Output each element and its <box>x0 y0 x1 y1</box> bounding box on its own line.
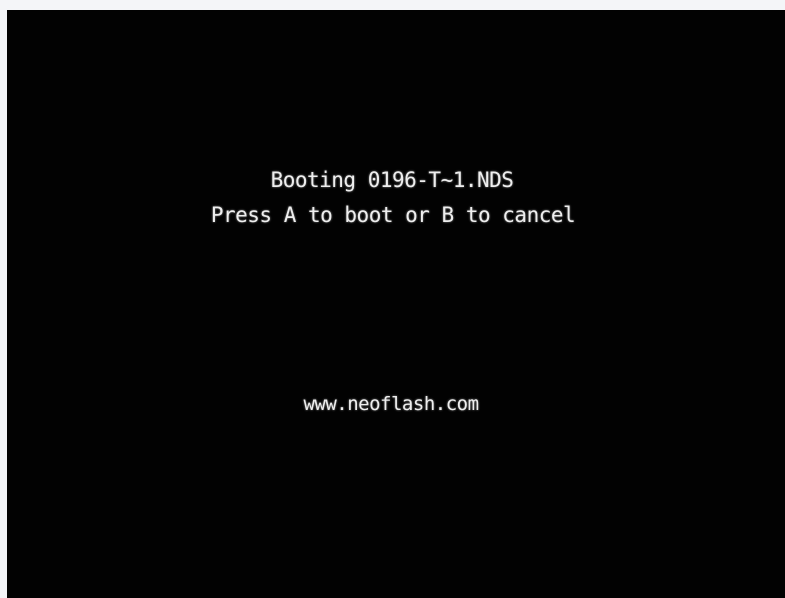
booting-file-message: Booting 0196-T~1.NDS <box>270 168 514 192</box>
boot-screen: Booting 0196-T~1.NDS Press A to boot or … <box>7 10 785 598</box>
website-text: www.neoflash.com <box>303 393 479 415</box>
boot-prompt-message: Press A to boot or B to cancel <box>210 203 576 227</box>
